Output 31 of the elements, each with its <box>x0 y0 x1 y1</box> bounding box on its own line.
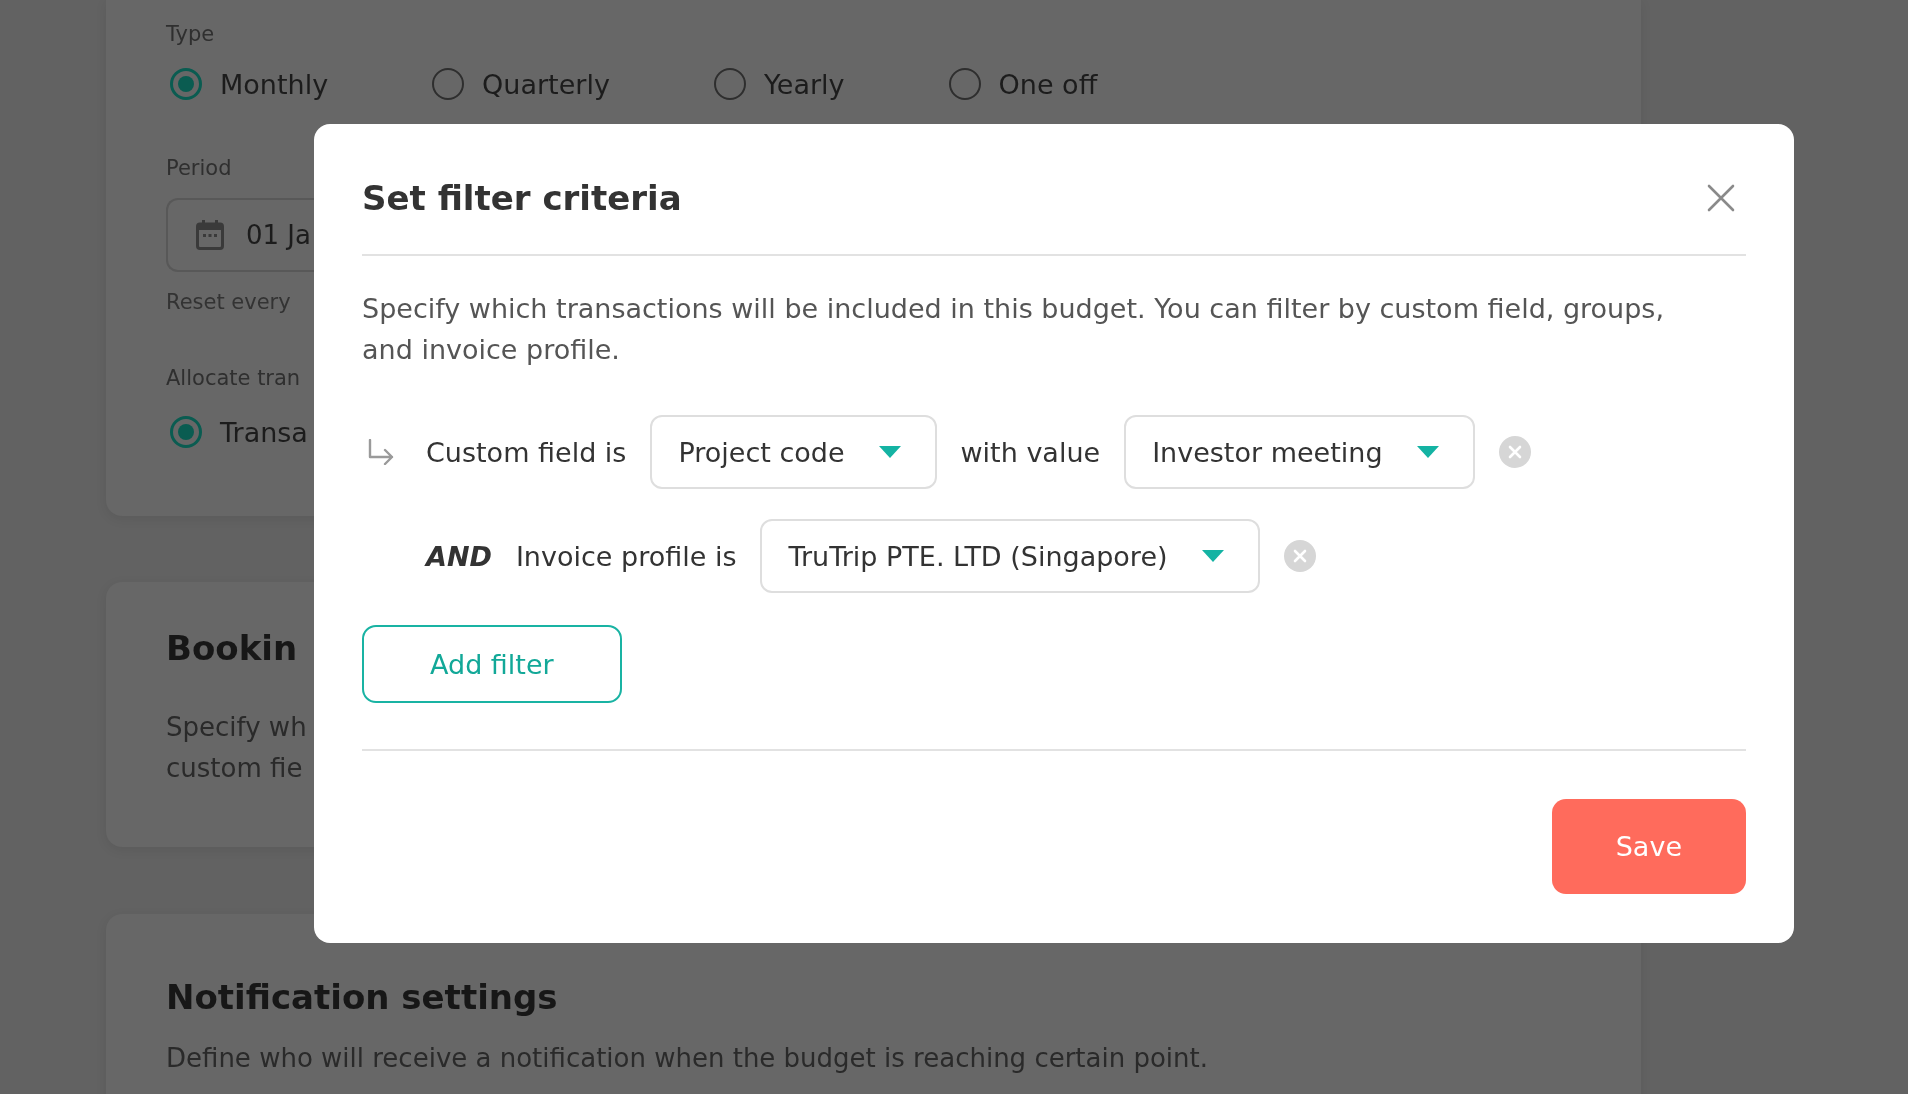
section-description: Specify wh custom fie <box>166 711 307 785</box>
field-label: Period <box>166 155 232 182</box>
radio-option[interactable]: Quarterly <box>432 68 610 100</box>
dropdown[interactable]: TruTrip PTE. LTD (Singapore) <box>760 519 1260 593</box>
radio-option[interactable]: Yearly <box>713 68 845 100</box>
caret-icon <box>878 446 901 458</box>
modal-description: Specify which transactions will be included in this budget. You can filter by custom field, groups, and invoice profile. <box>362 292 1665 367</box>
filter-label: Custom field is <box>426 436 627 468</box>
filter-label: with value <box>960 436 1101 468</box>
add-filter-button[interactable]: Add filter <box>362 625 622 703</box>
section-title: Bookin <box>166 627 298 670</box>
section-title: Notification settings <box>166 976 558 1019</box>
dropdown[interactable]: Investor meeting <box>1124 415 1475 489</box>
save-button[interactable]: Save <box>1551 799 1746 894</box>
connector-label: AND <box>426 540 492 572</box>
clear-icon[interactable] <box>1498 436 1531 468</box>
radio-option[interactable]: One off <box>948 68 1098 100</box>
modal-title: Set filter criteria <box>362 177 682 220</box>
close-icon[interactable] <box>1707 184 1735 212</box>
caret-icon <box>1416 446 1439 458</box>
radio-option[interactable]: Transa <box>170 416 308 448</box>
field-label: Type <box>166 21 215 48</box>
section-description: Define who will receive a notification when the budget is reaching certain point. <box>166 1042 1209 1075</box>
dropdown[interactable]: Project code <box>650 415 937 489</box>
caret-icon <box>1201 550 1224 562</box>
clear-icon[interactable] <box>1283 540 1316 572</box>
filter-label: Invoice profile is <box>515 540 737 572</box>
calendar-icon <box>196 220 224 250</box>
corner-arrow-icon <box>367 439 395 465</box>
field-label: Allocate tran <box>166 365 301 392</box>
radio-option[interactable]: Monthly <box>170 68 329 100</box>
